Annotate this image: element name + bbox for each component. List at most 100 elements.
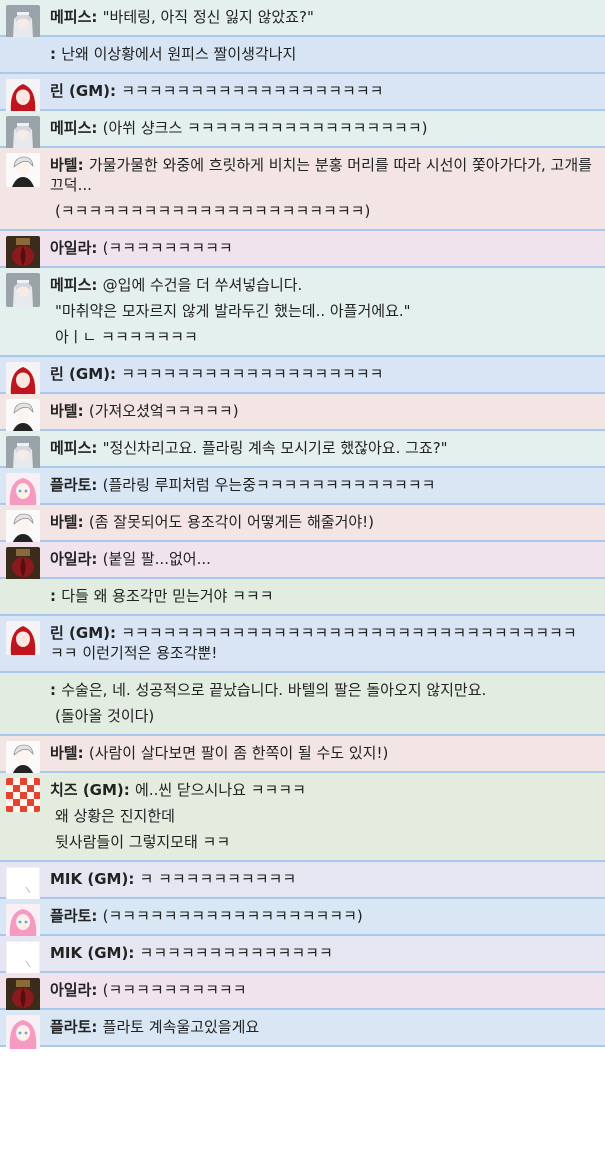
message-text: (ㅋㅋㅋㅋㅋㅋㅋㅋㅋㅋ (102, 981, 247, 999)
chat-message: 플라토: (플라링 루피처럼 우는중ㅋㅋㅋㅋㅋㅋㅋㅋㅋㅋㅋㅋㅋ (0, 468, 605, 507)
speaker-name[interactable]: 바텔 (50, 402, 78, 420)
speaker-name[interactable]: 아일라 (50, 550, 91, 568)
speaker-name[interactable]: 메피스 (50, 276, 91, 294)
message-first-line: 아일라: (ㅋㅋㅋㅋㅋㅋㅋㅋㅋㅋ (50, 980, 597, 1000)
message-text: (아쒸 샹크스 ㅋㅋㅋㅋㅋㅋㅋㅋㅋㅋㅋㅋㅋㅋㅋㅋㅋ) (102, 119, 428, 137)
message-text: 플라토 계속울고있을게요 (102, 1018, 260, 1036)
speaker-colon: : (123, 781, 136, 799)
speaker-colon: : (91, 1018, 103, 1036)
rin-avatar[interactable] (6, 621, 40, 655)
chat-message: 린 (GM): ㅋㅋㅋㅋㅋㅋㅋㅋㅋㅋㅋㅋㅋㅋㅋㅋㅋㅋㅋ (0, 357, 605, 396)
rin-avatar[interactable] (6, 362, 40, 396)
aila-avatar[interactable] (6, 236, 40, 270)
speaker-name[interactable]: 플라토 (50, 907, 91, 925)
message-text: 뒷사람들이 그렇지모태 ㅋㅋ (55, 833, 231, 851)
plato-avatar[interactable] (6, 904, 40, 938)
message-first-line: 아일라: (ㅋㅋㅋㅋㅋㅋㅋㅋㅋ (50, 238, 597, 258)
chat-message: 메피스: "정신차리고요. 플라링 계속 모시기로 했잖아요. 그죠?" (0, 431, 605, 470)
chat-message: MIK (GM): ㅋㅋㅋㅋㅋㅋㅋㅋㅋㅋㅋㅋㅋㅋ (0, 936, 605, 975)
speaker-name[interactable]: 플라토 (50, 1018, 91, 1036)
speaker-name[interactable]: 바텔 (50, 156, 78, 174)
speaker-name[interactable]: 메피스 (50, 119, 91, 137)
speaker-name[interactable]: 린 (GM) (50, 624, 110, 642)
chat-message: 바텔: (좀 잘못되어도 용조각이 어떻게든 해줄거야!) (0, 505, 605, 544)
speaker-colon: : (77, 402, 89, 420)
aila-avatar[interactable] (6, 978, 40, 1012)
message-text: "바테링, 아직 정신 잃지 않았죠?" (102, 8, 314, 26)
chat-message: 플라토: 플라토 계속울고있을게요 (0, 1010, 605, 1049)
speaker-colon: : (91, 439, 103, 457)
message-text: "마취약은 모자르지 않게 발라두긴 했는데.. 아플거에요." (55, 302, 411, 320)
message-first-line: MIK (GM): ㅋㅋㅋㅋㅋㅋㅋㅋㅋㅋㅋㅋㅋㅋ (50, 943, 597, 963)
message-text: @입에 수건을 더 쑤셔넣습니다. (102, 276, 303, 294)
chat-message: : 수술은, 네. 성공적으로 끝났습니다. 바텔의 팔은 돌아오지 않지만요.… (0, 673, 605, 736)
plato-avatar[interactable] (6, 473, 40, 507)
speaker-name[interactable]: 바텔 (50, 744, 78, 762)
message-text: 수술은, 네. 성공적으로 끝났습니다. 바텔의 팔은 돌아오지 않지만요. (61, 681, 487, 699)
speaker-colon: : (91, 550, 103, 568)
message-text: 다들 왜 용조각만 믿는거야 ㅋㅋㅋ (61, 587, 274, 605)
message-first-line: 바텔: 가물가물한 와중에 흐릿하게 비치는 분홍 머리를 따라 시선이 쫓아가… (50, 155, 597, 195)
speaker-name[interactable]: 린 (GM) (50, 365, 110, 383)
speaker-colon: : (77, 513, 89, 531)
mephis-avatar[interactable] (6, 273, 40, 307)
plato-avatar[interactable] (6, 1015, 40, 1049)
mephis-avatar[interactable] (6, 5, 40, 39)
speaker-name[interactable]: 린 (GM) (50, 82, 110, 100)
chat-message: 메피스: @입에 수건을 더 쑤셔넣습니다. "마취약은 모자르지 않게 발라두긴… (0, 268, 605, 357)
chat-message: 린 (GM): ㅋㅋㅋㅋㅋㅋㅋㅋㅋㅋㅋㅋㅋㅋㅋㅋㅋㅋㅋㅋㅋㅋㅋㅋㅋㅋㅋㅋㅋㅋㅋㅋ… (0, 616, 605, 673)
batel-avatar[interactable] (6, 399, 40, 433)
message-continuation: 아ㅣㄴ ㅋㅋㅋㅋㅋㅋㅋ (50, 327, 597, 347)
speaker-colon: : (91, 476, 103, 494)
speaker-colon: : (50, 681, 62, 699)
message-first-line: 아일라: (붙일 팔...없어... (50, 549, 597, 569)
message-text: (붙일 팔...없어... (102, 550, 211, 568)
mik-avatar[interactable] (6, 941, 40, 975)
message-first-line: 린 (GM): ㅋㅋㅋㅋㅋㅋㅋㅋㅋㅋㅋㅋㅋㅋㅋㅋㅋㅋㅋ (50, 364, 597, 384)
speaker-colon: : (128, 944, 140, 962)
batel-avatar[interactable] (6, 741, 40, 775)
chat-message: 플라토: (ㅋㅋㅋㅋㅋㅋㅋㅋㅋㅋㅋㅋㅋㅋㅋㅋㅋㅋ) (0, 899, 605, 938)
speaker-name[interactable]: MIK (GM) (50, 944, 128, 962)
mik-avatar[interactable] (6, 867, 40, 901)
aila-avatar[interactable] (6, 547, 40, 581)
message-first-line: : 다들 왜 용조각만 믿는거야 ㅋㅋㅋ (50, 586, 597, 606)
chat-message: 아일라: (ㅋㅋㅋㅋㅋㅋㅋㅋㅋㅋ (0, 973, 605, 1012)
message-continuation: 왜 상황은 진지한데 (50, 806, 597, 826)
speaker-name[interactable]: 메피스 (50, 439, 91, 457)
message-text: (ㅋㅋㅋㅋㅋㅋㅋㅋㅋㅋㅋㅋㅋㅋㅋㅋㅋㅋㅋㅋㅋㅋ) (55, 202, 371, 220)
speaker-colon: : (91, 119, 103, 137)
speaker-name[interactable]: 아일라 (50, 239, 91, 257)
message-first-line: 린 (GM): ㅋㅋㅋㅋㅋㅋㅋㅋㅋㅋㅋㅋㅋㅋㅋㅋㅋㅋㅋㅋㅋㅋㅋㅋㅋㅋㅋㅋㅋㅋㅋㅋ… (50, 623, 597, 663)
message-first-line: 플라토: (플라링 루피처럼 우는중ㅋㅋㅋㅋㅋㅋㅋㅋㅋㅋㅋㅋㅋ (50, 475, 597, 495)
message-text: 왜 상황은 진지한데 (55, 807, 175, 825)
speaker-colon: : (109, 624, 122, 642)
message-continuation: 뒷사람들이 그렇지모태 ㅋㅋ (50, 832, 597, 852)
speaker-colon: : (91, 8, 103, 26)
message-first-line: 바텔: (가져오셨엌ㅋㅋㅋㅋㅋ) (50, 401, 597, 421)
message-continuation: (돌아올 것이다) (50, 706, 597, 726)
batel-avatar[interactable] (6, 510, 40, 544)
message-text: ㅋㅋㅋㅋㅋㅋㅋㅋㅋㅋㅋㅋㅋㅋㅋㅋㅋㅋㅋㅋㅋㅋㅋㅋㅋㅋㅋㅋㅋㅋㅋㅋㅋ ㅋㅋ 이런기… (50, 624, 577, 662)
rin-avatar[interactable] (6, 79, 40, 113)
speaker-colon: : (50, 45, 62, 63)
mephis-avatar[interactable] (6, 436, 40, 470)
chat-log: 메피스: "바테링, 아직 정신 잃지 않았죠?": 난왜 이상황에서 원피스 … (0, 0, 605, 1049)
speaker-colon: : (109, 82, 122, 100)
speaker-colon: : (91, 276, 103, 294)
message-continuation: "마취약은 모자르지 않게 발라두긴 했는데.. 아플거에요." (50, 301, 597, 321)
chat-message: 메피스: "바테링, 아직 정신 잃지 않았죠?" (0, 0, 605, 39)
speaker-name[interactable]: 플라토 (50, 476, 91, 494)
speaker-name[interactable]: 아일라 (50, 981, 91, 999)
mephis-avatar[interactable] (6, 116, 40, 150)
speaker-name[interactable]: 치즈 (GM) (50, 781, 124, 799)
speaker-name[interactable]: 바텔 (50, 513, 78, 531)
message-first-line: MIK (GM): ㅋ ㅋㅋㅋㅋㅋㅋㅋㅋㅋㅋ (50, 869, 597, 889)
batel-avatar[interactable] (6, 153, 40, 187)
speaker-colon: : (91, 239, 103, 257)
speaker-name[interactable]: 메피스 (50, 8, 91, 26)
speaker-name[interactable]: MIK (GM) (50, 870, 128, 888)
message-first-line: 치즈 (GM): 에..씬 닫으시나요 ㅋㅋㅋㅋ (50, 780, 597, 800)
chiz-avatar[interactable] (6, 778, 40, 812)
message-first-line: : 수술은, 네. 성공적으로 끝났습니다. 바텔의 팔은 돌아오지 않지만요. (50, 680, 597, 700)
